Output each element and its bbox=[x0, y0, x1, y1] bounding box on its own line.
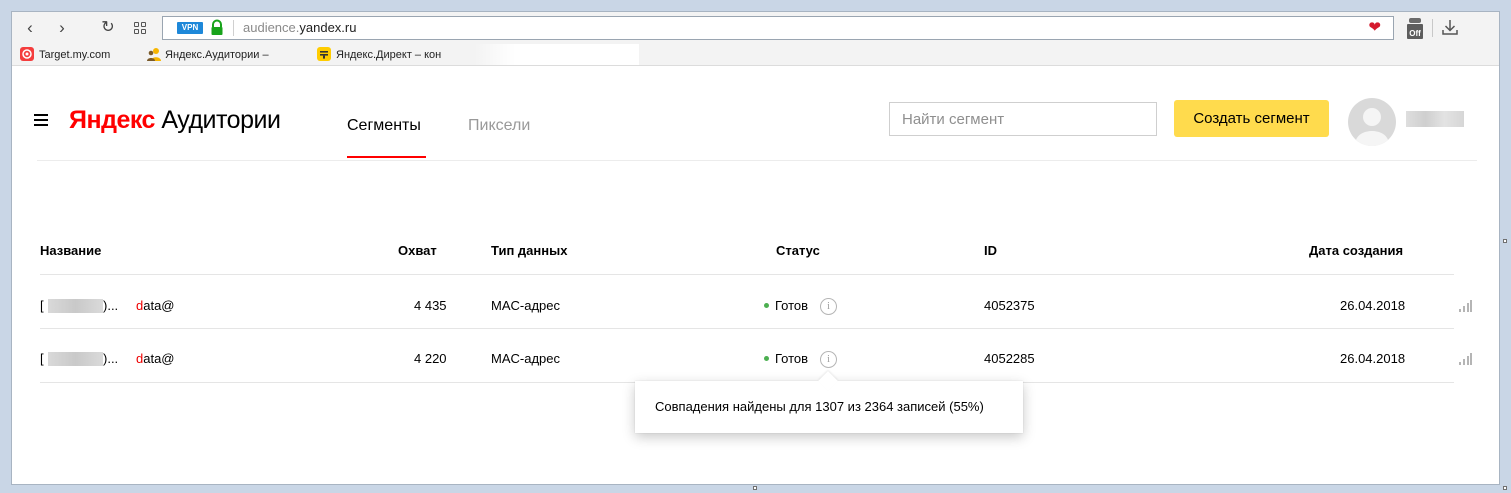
column-header-id[interactable]: ID bbox=[984, 243, 997, 259]
url-host: yandex.ru bbox=[299, 20, 357, 35]
resize-handle-bottom[interactable] bbox=[753, 486, 757, 490]
row-data-type: MAC-адрес bbox=[491, 351, 560, 366]
stats-icon[interactable] bbox=[1458, 352, 1472, 366]
logo-brand: Яндекс bbox=[69, 106, 155, 134]
user-name-blurred[interactable] bbox=[1406, 111, 1464, 127]
resize-handle-corner[interactable] bbox=[1503, 486, 1507, 490]
extension-badge-text: Off bbox=[1409, 29, 1421, 38]
menu-icon[interactable] bbox=[34, 114, 48, 126]
table-header-divider bbox=[40, 274, 1454, 275]
row-id: 4052375 bbox=[984, 298, 1035, 313]
column-header-reach[interactable]: Охват bbox=[398, 243, 437, 259]
reload-icon[interactable]: ↻ bbox=[98, 17, 118, 39]
url-subdomain: audience. bbox=[243, 20, 300, 35]
column-header-data-type[interactable]: Тип данных bbox=[491, 243, 567, 259]
row-name-rest: ata@ bbox=[143, 351, 175, 366]
row-data-type: MAC-адрес bbox=[491, 298, 560, 313]
row-status: Готов bbox=[764, 351, 808, 367]
row-status: Готов bbox=[764, 298, 808, 314]
resize-handle-right[interactable] bbox=[1503, 239, 1507, 243]
row-name-suffix[interactable]: data@ bbox=[136, 298, 175, 314]
bookmarks-bar: Target.my.com Яндекс.Аудитории – Яндекс.… bbox=[12, 44, 1499, 66]
tab-segments[interactable]: Сегменты bbox=[347, 116, 421, 136]
tooltip-text: Совпадения найдены для 1307 из 2364 запи… bbox=[655, 399, 984, 414]
row-reach: 4 435 bbox=[414, 298, 447, 313]
status-ready-dot bbox=[764, 356, 769, 361]
bookmark-target[interactable]: Target.my.com bbox=[20, 47, 110, 63]
active-tab-underline bbox=[347, 156, 426, 158]
vpn-badge[interactable]: VPN bbox=[177, 22, 203, 34]
audience-icon bbox=[146, 47, 161, 61]
bookmark-audience[interactable]: Яндекс.Аудитории – bbox=[146, 47, 269, 63]
heart-icon[interactable]: ❤ bbox=[1368, 20, 1381, 36]
logo-product: Аудитории bbox=[161, 106, 281, 134]
status-ready-dot bbox=[764, 303, 769, 308]
forward-icon[interactable]: › bbox=[52, 17, 72, 39]
back-icon[interactable]: ‹ bbox=[20, 17, 40, 39]
row-name-rest: ata@ bbox=[143, 298, 175, 313]
extension-icon[interactable]: Off bbox=[1405, 16, 1425, 40]
apps-grid-icon[interactable] bbox=[134, 22, 146, 34]
target-icon bbox=[20, 47, 34, 61]
toolbar-separator bbox=[1432, 19, 1433, 37]
address-bar[interactable]: VPN audience.yandex.ru ❤ bbox=[162, 16, 1394, 40]
bookmark-target-label: Target.my.com bbox=[39, 49, 111, 61]
address-separator bbox=[233, 20, 234, 36]
avatar[interactable] bbox=[1348, 98, 1396, 146]
stats-icon[interactable] bbox=[1458, 299, 1472, 313]
bookmark-audience-label: Яндекс.Аудитории – bbox=[165, 49, 269, 61]
row-status-label: Готов bbox=[775, 298, 809, 313]
create-segment-button[interactable]: Создать сегмент bbox=[1174, 100, 1329, 137]
row-status-label: Готов bbox=[775, 351, 809, 366]
bookmark-direct[interactable]: Яндекс.Директ – кон bbox=[317, 47, 441, 63]
row-date: 26.04.2018 bbox=[1340, 351, 1406, 366]
row-date: 26.04.2018 bbox=[1340, 298, 1406, 313]
search-input[interactable] bbox=[889, 102, 1157, 136]
url-text[interactable]: audience.yandex.ru bbox=[243, 20, 356, 36]
lock-icon[interactable] bbox=[210, 19, 224, 36]
bookmarks-overflow-fade bbox=[474, 44, 639, 65]
header-divider bbox=[37, 160, 1477, 161]
row-name-ellipsis: )... bbox=[103, 298, 119, 313]
row-name-suffix[interactable]: data@ bbox=[136, 351, 175, 367]
row-divider bbox=[40, 328, 1454, 329]
browser-window: ‹ › ↻ VPN audience.yandex.ru ❤ Off Targe… bbox=[11, 11, 1500, 485]
row-name-blurred bbox=[48, 299, 103, 313]
row-name-blurred bbox=[48, 352, 103, 366]
row-reach: 4 220 bbox=[414, 351, 447, 366]
row-name-prefix: [ bbox=[40, 351, 44, 366]
logo[interactable]: Яндекс Аудитории bbox=[69, 106, 281, 134]
download-icon[interactable] bbox=[1440, 17, 1460, 37]
row-id: 4052285 bbox=[984, 351, 1035, 366]
column-header-date[interactable]: Дата создания bbox=[1309, 243, 1403, 259]
info-icon[interactable]: i bbox=[820, 351, 837, 368]
bookmark-direct-label: Яндекс.Директ – кон bbox=[336, 49, 442, 61]
tab-pixels[interactable]: Пиксели bbox=[468, 116, 530, 136]
info-icon[interactable]: i bbox=[820, 298, 837, 315]
column-header-status[interactable]: Статус bbox=[776, 243, 820, 259]
browser-toolbar: ‹ › ↻ VPN audience.yandex.ru ❤ Off bbox=[12, 12, 1499, 44]
row-name-ellipsis: )... bbox=[103, 351, 119, 366]
column-header-name[interactable]: Название bbox=[40, 243, 101, 259]
row-name-prefix: [ bbox=[40, 298, 44, 313]
direct-icon bbox=[317, 47, 331, 61]
